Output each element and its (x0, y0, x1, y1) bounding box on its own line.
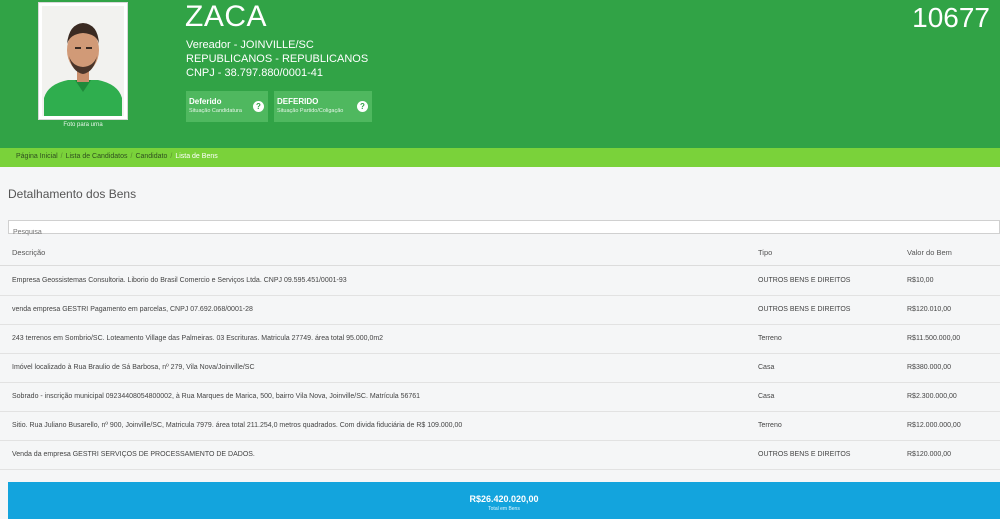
column-header-type[interactable]: Tipo (758, 248, 772, 257)
cell-value: R$10,00 (907, 277, 934, 284)
cell-description: Empresa Geossistemas Consultoria. Libori… (12, 277, 347, 284)
cell-type: Casa (758, 393, 775, 400)
candidate-photo-frame (38, 2, 128, 120)
search-input[interactable] (9, 225, 1000, 240)
total-assets-panel: R$26.420.020,00 Total em Bens (8, 482, 1000, 519)
section-title: Detalhamento dos Bens (8, 187, 137, 201)
help-icon[interactable]: ? (253, 101, 264, 112)
candidate-name: ZACA (185, 0, 268, 33)
cell-value: R$12.000.000,00 (907, 422, 961, 429)
status-partido: DEFERIDO Situação Partido/Coligação ? (274, 91, 372, 122)
cell-type: OUTROS BENS E DIREITOS (758, 277, 851, 284)
total-assets-value: R$26.420.020,00 (469, 494, 539, 504)
cell-value: R$120.000,00 (907, 451, 951, 458)
status-partido-title: DEFERIDO (277, 97, 319, 106)
table-row: Imóvel localizado à Rua Braulio de Sá Ba… (0, 353, 1000, 383)
cell-type: Terreno (758, 422, 782, 429)
column-header-description[interactable]: Descrição (12, 248, 45, 257)
status-candidatura: Deferido Situação Candidatura ? (186, 91, 268, 122)
photo-caption: Foto para urna (63, 122, 103, 128)
candidate-role: Vereador - JOINVILLE/SC (186, 39, 314, 51)
status-candidatura-title: Deferido (189, 97, 222, 106)
cell-description: Sitio. Rua Juliano Busarello, nº 900, Jo… (12, 422, 463, 429)
table-header: Descrição Tipo Valor do Bem (0, 240, 1000, 266)
breadcrumb-home[interactable]: Página Inicial (16, 153, 58, 160)
candidate-number: 10677 (912, 2, 990, 33)
cell-value: R$120.010,00 (907, 306, 951, 313)
cell-description: Sobrado - inscrição municipal 0923440805… (12, 393, 421, 400)
cell-description: Venda da empresa GESTRI SERVIÇOS DE PROC… (12, 451, 255, 458)
total-assets-label: Total em Bens (488, 506, 520, 512)
table-row: Sobrado - inscrição municipal 0923440805… (0, 382, 1000, 412)
cell-value: R$11.500.000,00 (907, 335, 961, 342)
cell-type: OUTROS BENS E DIREITOS (758, 451, 851, 458)
breadcrumb-candidate[interactable]: Candidato (135, 153, 167, 160)
cell-type: OUTROS BENS E DIREITOS (758, 306, 851, 313)
cell-description: venda empresa GESTRI Pagamento em parcel… (12, 306, 253, 313)
cell-type: Casa (758, 364, 775, 371)
table-row: venda empresa GESTRI Pagamento em parcel… (0, 295, 1000, 325)
breadcrumb-candidates[interactable]: Lista de Candidatos (66, 153, 128, 160)
candidate-photo[interactable] (42, 6, 124, 116)
table-row: Sitio. Rua Juliano Busarello, nº 900, Jo… (0, 411, 1000, 441)
cell-description: Imóvel localizado à Rua Braulio de Sá Ba… (12, 364, 255, 371)
table-row: Venda da empresa GESTRI SERVIÇOS DE PROC… (0, 440, 1000, 470)
search-box (8, 220, 1000, 240)
candidate-header: Foto para urna ZACA 10677 Vereador - JOI… (0, 0, 1000, 148)
cell-value: R$2.300.000,00 (907, 393, 957, 400)
status-partido-label: Situação Partido/Coligação (277, 108, 344, 114)
breadcrumb: Página Inicial / Lista de Candidatos / Candi… (0, 148, 1000, 167)
status-candidatura-label: Situação Candidatura (189, 108, 242, 114)
cell-description: 243 terrenos em Sombrio/SC. Loteamento V… (12, 335, 384, 342)
cell-value: R$380.000,00 (907, 364, 951, 371)
column-header-value[interactable]: Valor do Bem (907, 248, 952, 257)
table-row: Empresa Geossistemas Consultoria. Libori… (0, 266, 1000, 296)
breadcrumb-current: Lista de Bens (175, 153, 218, 160)
candidate-party: REPUBLICANOS - REPUBLICANOS (186, 53, 369, 65)
cell-type: Terreno (758, 335, 782, 342)
candidate-cnpj: CNPJ - 38.797.880/0001-41 (186, 67, 323, 79)
table-row: 243 terrenos em Sombrio/SC. Loteamento V… (0, 324, 1000, 354)
help-icon[interactable]: ? (357, 101, 368, 112)
